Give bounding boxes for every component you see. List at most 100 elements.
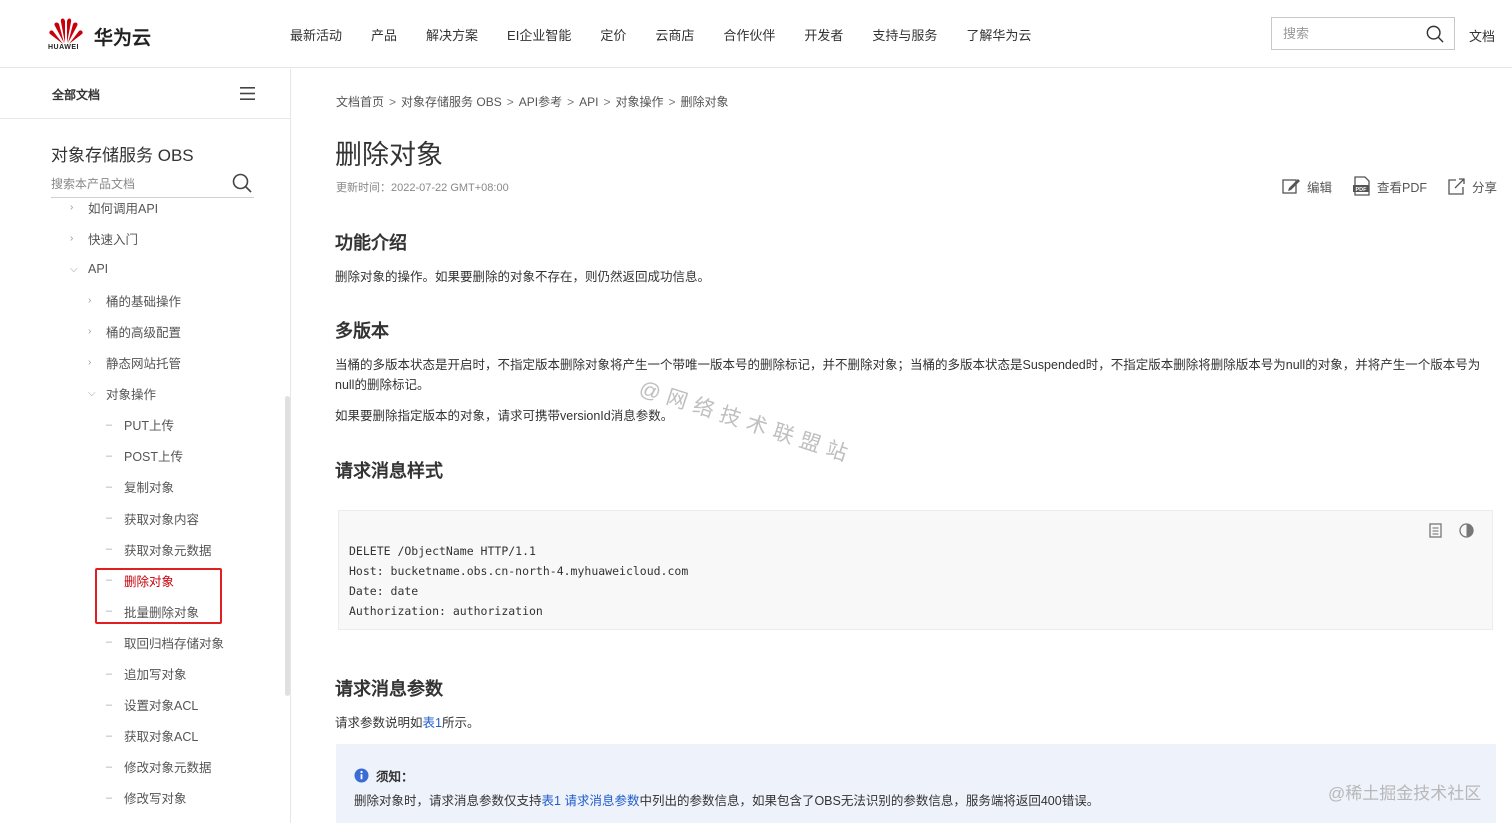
sidebar-tree-item-label: 复制对象 [124, 481, 175, 496]
sidebar-tree-item-label: PUT上传 [124, 419, 175, 434]
copy-icon[interactable] [1429, 523, 1443, 538]
sidebar-tree-item[interactable]: › 快速入门 [70, 228, 138, 248]
view-pdf-button[interactable]: PDF 查看PDF [1352, 176, 1427, 196]
sidebar-tree-item[interactable]: – 复制对象 [106, 477, 174, 497]
sidebar-tree-item[interactable]: – 修改对象元数据 [106, 757, 212, 777]
chevron-right-icon: › [88, 325, 92, 337]
breadcrumb-item[interactable]: API [579, 95, 598, 109]
code-toolbar [1413, 523, 1474, 538]
sidebar-tree-item[interactable]: – POST上传 [106, 446, 183, 466]
notice-title: 须知： [376, 770, 414, 784]
edit-label: 编辑 [1307, 180, 1333, 195]
dash-icon: – [106, 729, 113, 742]
breadcrumb-item[interactable]: 文档首页 [336, 95, 384, 109]
sidebar-tree-item[interactable]: › 桶的基础操作 [88, 290, 181, 310]
nav-item[interactable]: 了解华为云 [966, 25, 1031, 44]
sidebar-tree-item[interactable]: – PUT上传 [106, 415, 174, 435]
breadcrumb-separator: > [567, 95, 575, 109]
nav-item[interactable]: 合作伙伴 [723, 25, 775, 44]
sidebar-tree-item[interactable]: – 取回归档存储对象 [106, 632, 224, 652]
sidebar-tree-item-label: 获取对象内容 [124, 512, 200, 527]
section-heading-params: 请求消息参数 [335, 679, 443, 699]
share-icon [1448, 177, 1465, 195]
nav-item[interactable]: 云商店 [655, 25, 694, 44]
chevron-down-icon: ⌵ [70, 263, 78, 275]
sidebar-tree-item[interactable]: › 如何调用API [70, 197, 158, 217]
sidebar-tree-item[interactable]: – 设置对象ACL [106, 695, 198, 715]
nav-item[interactable]: EI企业智能 [507, 25, 571, 44]
chevron-right-icon: › [88, 294, 92, 306]
table1-link[interactable]: 表1 [423, 716, 442, 730]
sidebar-tree-item[interactable]: ⌵ 对象操作 [88, 384, 156, 404]
nav-item[interactable]: 定价 [600, 25, 626, 44]
global-search-input[interactable] [1283, 18, 1423, 49]
sidebar-tree-item-label: API [88, 262, 109, 277]
notice-text-after: 中列出的参数信息，如果包含了OBS无法识别的参数信息，服务端将返回400错误。 [639, 794, 1100, 808]
dash-icon: – [106, 791, 113, 804]
menu-icon[interactable] [240, 87, 255, 100]
nav-item[interactable]: 最新活动 [290, 25, 342, 44]
dash-icon: – [106, 480, 113, 493]
breadcrumb-item[interactable]: 对象存储服务 OBS [401, 95, 502, 109]
page-actions: 编辑 PDF 查看PDF 分享 [1282, 176, 1497, 196]
sidebar-tree-item-label: 静态网站托管 [106, 357, 182, 371]
breadcrumb-item[interactable]: 对象操作 [615, 95, 663, 109]
info-icon [354, 768, 369, 783]
sidebar-tree-item-label: 修改对象元数据 [124, 761, 212, 776]
sidebar-tree-item[interactable]: – 修改写对象 [106, 788, 187, 808]
dash-icon: – [106, 449, 113, 462]
nav-item[interactable]: 产品 [371, 25, 397, 44]
edit-button[interactable]: 编辑 [1282, 177, 1332, 196]
breadcrumb-separator: > [603, 95, 611, 109]
sidebar-tree-item[interactable]: – 获取对象内容 [106, 508, 199, 528]
sidebar-tree-item-label: 获取对象ACL [124, 730, 199, 745]
nav-item[interactable]: 支持与服务 [872, 25, 937, 44]
theme-toggle-icon[interactable] [1459, 523, 1474, 538]
breadcrumb-item[interactable]: API参考 [519, 95, 562, 109]
search-icon[interactable] [232, 173, 252, 193]
sidebar-tree-item[interactable]: ⌵ API [70, 259, 108, 279]
sidebar-tree-item[interactable]: › 静态网站托管 [88, 353, 181, 373]
main-nav: 最新活动 产品 解决方案 EI企业智能 定价 云商店 合作伙伴 开发者 支持与服务 了解华为云 [290, 0, 1060, 68]
sidebar-tree-item[interactable]: › 桶的高级配置 [88, 321, 181, 341]
highlight-annotation-box [95, 568, 222, 624]
product-search-input[interactable] [51, 171, 216, 196]
notice-body: 删除对象时，请求消息参数仅支持表1 请求消息参数中列出的参数信息，如果包含了OB… [354, 790, 1099, 809]
nav-item[interactable]: 开发者 [804, 25, 843, 44]
request-code: DELETE /ObjectName HTTP/1.1 Host: bucket… [349, 544, 689, 618]
chevron-down-icon: ⌵ [88, 388, 96, 400]
share-button[interactable]: 分享 [1447, 177, 1497, 196]
sidebar-tree-item[interactable]: – 追加写对象 [106, 664, 187, 684]
logo-text: 华为云 [94, 28, 152, 49]
product-search [51, 171, 254, 198]
versioning-text-2: 如果要删除指定版本的对象，请求可携带versionId消息参数。 [335, 409, 674, 423]
doc-link[interactable]: 文档 [1469, 26, 1495, 45]
dash-icon: – [106, 760, 113, 773]
params-text-after: 所示。 [441, 716, 480, 730]
dash-icon: – [106, 512, 113, 524]
chevron-right-icon: › [70, 232, 74, 244]
table1-params-link[interactable]: 表1 请求消息参数 [542, 794, 640, 808]
sidebar-tree-item-label: 桶的基础操作 [106, 294, 182, 309]
breadcrumb-separator: > [668, 95, 676, 109]
svg-text:PDF: PDF [1356, 187, 1368, 193]
sidebar-tree-item-label: 修改写对象 [124, 792, 187, 807]
section-heading-versioning: 多版本 [335, 321, 389, 341]
dash-icon: – [106, 698, 113, 711]
all-docs-title[interactable]: 全部文档 [52, 86, 100, 103]
nav-item[interactable]: 解决方案 [426, 25, 478, 44]
sidebar-scrollbar[interactable] [285, 396, 290, 696]
sidebar-tree-item[interactable]: – 获取对象元数据 [106, 539, 212, 559]
dash-icon: – [106, 667, 113, 680]
search-icon[interactable] [1426, 25, 1444, 43]
section-heading-request: 请求消息样式 [335, 461, 443, 481]
sidebar-tree-item-label: 获取对象元数据 [124, 543, 212, 558]
sidebar-tree-item-label: 快速入门 [88, 232, 139, 247]
credit-watermark: @稀土掘金技术社区 [1328, 784, 1482, 803]
breadcrumb-item: 删除对象 [680, 95, 729, 109]
sidebar-tree-item[interactable]: – 获取对象ACL [106, 726, 198, 746]
product-name: 对象存储服务 OBS [51, 146, 194, 165]
versioning-text: 当桶的多版本状态是开启时，不指定版本删除对象将产生一个带唯一版本号的删除标记，并… [335, 358, 1481, 392]
huawei-cloud-logo[interactable]: 华为云 HUAWEI [48, 16, 158, 56]
top-header: 华为云 HUAWEI 最新活动 产品 解决方案 EI企业智能 定价 云商店 合作伙伴 开发者 支… [0, 0, 1512, 68]
